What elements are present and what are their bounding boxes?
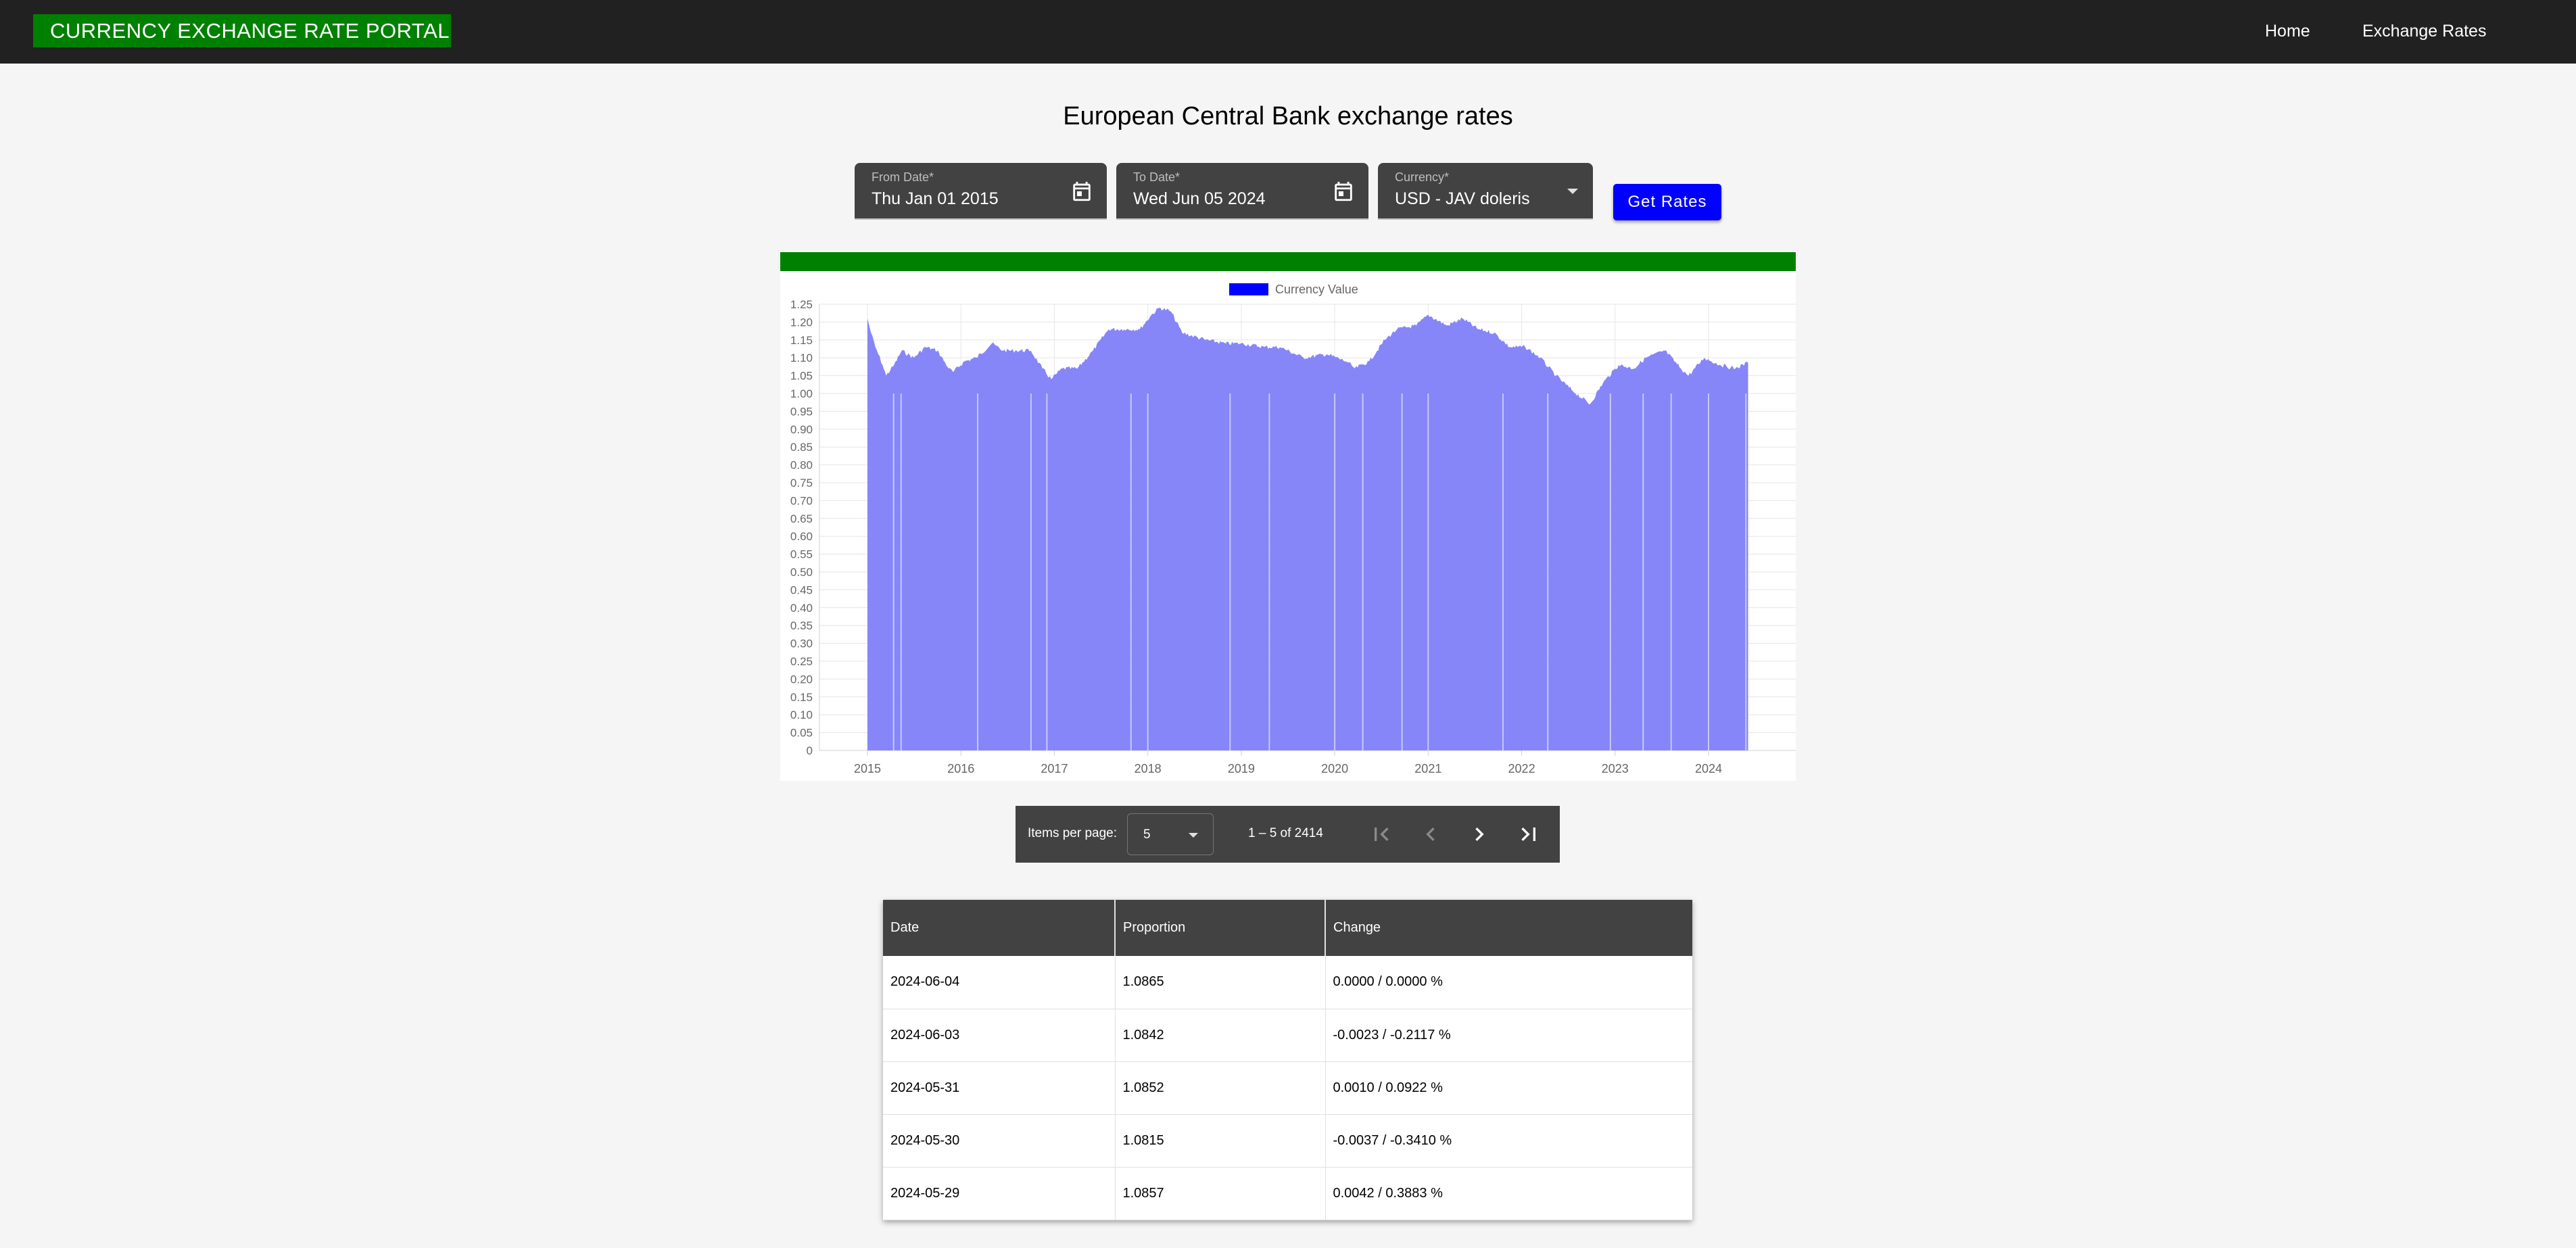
y-tick-label: 0.10	[790, 709, 813, 721]
cell-proportion: 1.0857	[1115, 1167, 1326, 1220]
table-row: 2024-06-03 1.0842 -0.0023 / -0.2117 %	[883, 1009, 1692, 1062]
table-row: 2024-06-04 1.0865 0.0000 / 0.0000 %	[883, 956, 1692, 1009]
items-per-page-value: 5	[1143, 827, 1151, 842]
x-tick-label: 2015	[854, 762, 881, 775]
y-tick-label: 1.20	[790, 316, 813, 329]
calendar-icon[interactable]	[1332, 180, 1355, 203]
y-tick-label: 0.85	[790, 441, 813, 454]
column-header-date: Date	[883, 900, 1116, 956]
legend-swatch	[1229, 283, 1268, 295]
y-tick-label: 0.75	[790, 477, 813, 489]
currency-value[interactable]: USD - JAV doleris	[1395, 189, 1530, 209]
cell-date: 2024-05-29	[883, 1167, 1116, 1220]
table-row: 2024-05-31 1.0852 0.0010 / 0.0922 %	[883, 1061, 1692, 1115]
legend-label: Currency Value	[1275, 283, 1358, 296]
y-tick-label: 0.30	[790, 638, 813, 650]
exchange-rate-chart: 0 0.05 0.10 0.15 0.20 0.25 0.30 0.35 0.40 0.45 0.5…	[780, 271, 1796, 781]
last-page-icon[interactable]	[1515, 821, 1542, 848]
y-tick-label: 0.40	[790, 602, 813, 615]
cell-proportion: 1.0815	[1115, 1114, 1326, 1168]
x-tick-label: 2018	[1135, 762, 1162, 775]
table-header-row: Date Proportion Change	[883, 900, 1692, 956]
y-tick-label: 0.80	[790, 459, 813, 472]
cell-proportion: 1.0852	[1115, 1061, 1326, 1115]
y-tick-label: 0.45	[790, 583, 813, 596]
y-tick-label: 0	[807, 744, 813, 757]
next-page-icon[interactable]	[1466, 821, 1493, 848]
cell-date: 2024-06-03	[883, 1009, 1116, 1062]
nav-exchange-rates-link[interactable]: Exchange Rates	[2362, 19, 2486, 43]
y-tick-label: 0.65	[790, 512, 813, 525]
get-rates-button[interactable]: Get Rates	[1613, 184, 1721, 220]
y-tick-label: 0.55	[790, 548, 813, 561]
from-date-field[interactable]: From Date* Thu Jan 01 2015	[855, 163, 1107, 220]
currency-label: Currency*	[1395, 170, 1450, 184]
y-tick-label: 1.15	[790, 334, 813, 347]
currency-select[interactable]: Currency* USD - JAV doleris	[1378, 163, 1593, 220]
y-tick-label: 0.25	[790, 655, 813, 668]
y-tick-label: 0.95	[790, 405, 813, 418]
app-brand[interactable]: CURRENCY EXCHANGE RATE PORTAL	[33, 14, 451, 47]
x-tick-label: 2017	[1041, 762, 1068, 775]
cell-change: 0.0042 / 0.3883 %	[1325, 1167, 1692, 1220]
chart-svg: 0 0.05 0.10 0.15 0.20 0.25 0.30 0.35 0.40 0.45 0.5…	[790, 283, 1796, 775]
table-row: 2024-05-29 1.0857 0.0042 / 0.3883 %	[883, 1167, 1692, 1220]
cell-change: -0.0023 / -0.2117 %	[1325, 1009, 1692, 1062]
x-tick-label: 2022	[1508, 762, 1535, 775]
from-date-label: From Date*	[872, 170, 934, 184]
paginator: Items per page: 5 1 – 5 of 2414	[1016, 806, 1560, 863]
calendar-icon[interactable]	[1070, 180, 1093, 203]
cell-date: 2024-05-31	[883, 1061, 1116, 1115]
dropdown-arrow-icon	[1189, 833, 1198, 838]
y-tick-label: 0.70	[790, 494, 813, 507]
cell-change: 0.0010 / 0.0922 %	[1325, 1061, 1692, 1115]
y-tick-label: 1.25	[790, 298, 813, 311]
cell-change: 0.0000 / 0.0000 %	[1325, 956, 1692, 1009]
y-tick-label: 0.15	[790, 691, 813, 704]
x-tick-label: 2016	[947, 762, 974, 775]
column-header-proportion: Proportion	[1115, 900, 1326, 956]
table-row: 2024-05-30 1.0815 -0.0037 / -0.3410 %	[883, 1114, 1692, 1168]
nav-home-link[interactable]: Home	[2265, 19, 2310, 43]
y-tick-label: 1.00	[790, 387, 813, 400]
to-date-field[interactable]: To Date* Wed Jun 05 2024	[1116, 163, 1368, 220]
y-tick-label: 0.50	[790, 566, 813, 579]
from-date-value[interactable]: Thu Jan 01 2015	[872, 189, 999, 209]
items-per-page-select[interactable]: 5	[1127, 813, 1214, 855]
y-tick-label: 1.05	[790, 370, 813, 383]
cell-proportion: 1.0842	[1115, 1009, 1326, 1062]
first-page-icon[interactable]	[1368, 821, 1395, 848]
x-tick-label: 2021	[1414, 762, 1441, 775]
column-header-change: Change	[1325, 900, 1692, 956]
cell-proportion: 1.0865	[1115, 956, 1326, 1009]
cell-change: -0.0037 / -0.3410 %	[1325, 1114, 1692, 1168]
y-tick-label: 0.05	[790, 727, 813, 740]
x-tick-label: 2024	[1695, 762, 1722, 775]
x-tick-label: 2023	[1602, 762, 1629, 775]
y-tick-label: 0.20	[790, 673, 813, 686]
y-tick-label: 0.60	[790, 530, 813, 543]
top-toolbar: CURRENCY EXCHANGE RATE PORTAL Home Excha…	[0, 0, 2576, 64]
y-tick-label: 0.35	[790, 619, 813, 632]
cell-date: 2024-05-30	[883, 1114, 1116, 1168]
items-per-page-label: Items per page:	[1028, 826, 1118, 840]
cell-date: 2024-06-04	[883, 956, 1116, 1009]
to-date-label: To Date*	[1133, 170, 1180, 184]
page-title: European Central Bank exchange rates	[1063, 102, 1513, 130]
to-date-value[interactable]: Wed Jun 05 2024	[1133, 189, 1266, 209]
previous-page-icon[interactable]	[1417, 821, 1444, 848]
x-tick-label: 2020	[1321, 762, 1348, 775]
x-tick-label: 2019	[1228, 762, 1255, 775]
y-tick-label: 0.90	[790, 423, 813, 436]
series-area	[867, 308, 1748, 750]
y-tick-label: 1.10	[790, 352, 813, 364]
chart-header-bar	[780, 252, 1796, 271]
page-range-label: 1 – 5 of 2414	[1248, 826, 1323, 840]
dropdown-arrow-icon[interactable]	[1567, 189, 1578, 194]
rates-table: Date Proportion Change 2024-06-04 1.0865…	[883, 900, 1692, 1220]
